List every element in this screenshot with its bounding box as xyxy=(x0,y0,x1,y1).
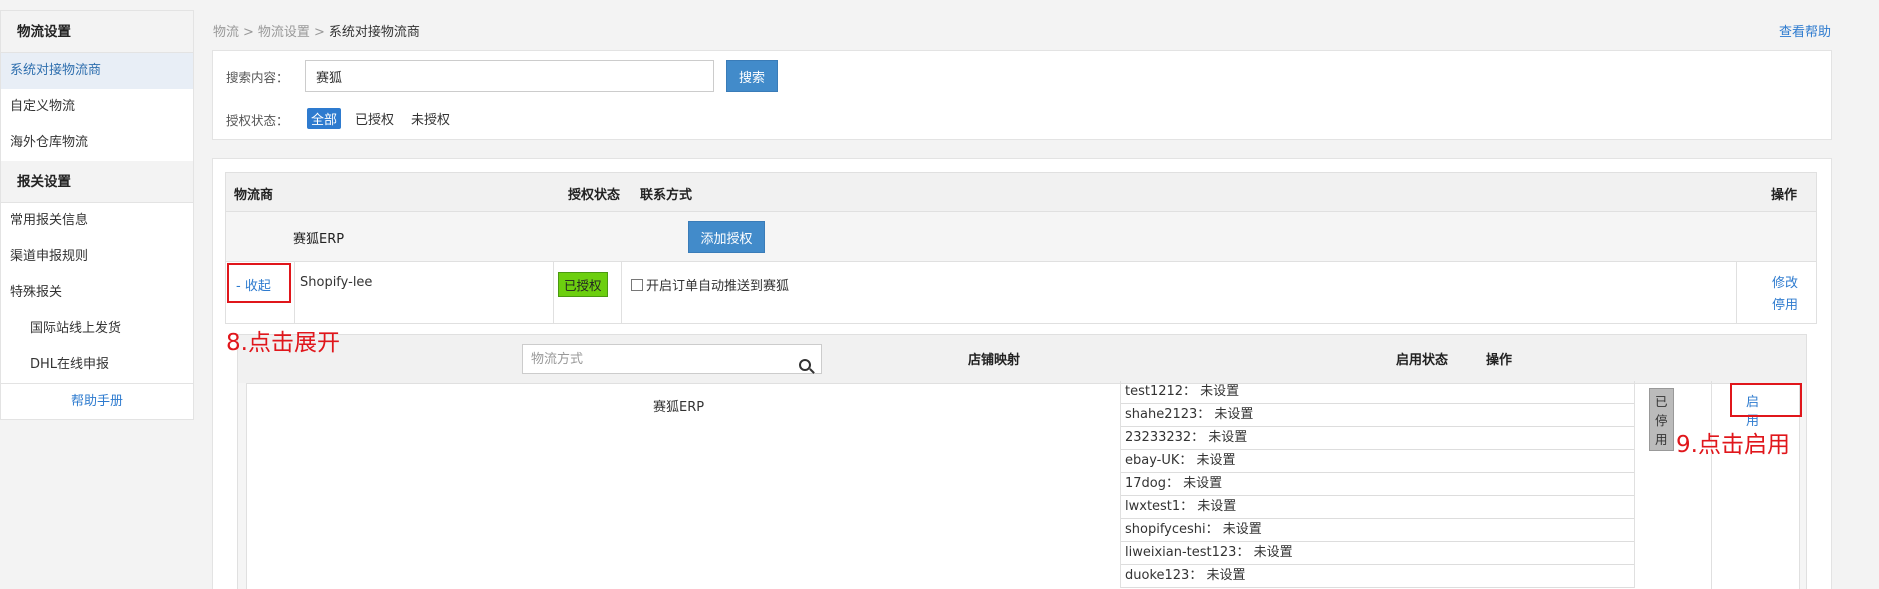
list-item[interactable]: liweixian-test123： 未设置 xyxy=(1121,542,1634,565)
sidebar-item-dhl-declare[interactable]: DHL在线申报 xyxy=(1,347,193,383)
method-search-input[interactable] xyxy=(523,345,773,373)
table-header: 物流商 授权状态 联系方式 操作 xyxy=(225,172,1817,212)
column-divider xyxy=(1736,262,1737,323)
edit-link[interactable]: 修改 xyxy=(1772,272,1798,291)
provider-group-row: 赛狐ERP 添加授权 xyxy=(225,212,1817,262)
search-label: 搜索内容： xyxy=(226,70,289,85)
list-item[interactable]: 23233232： 未设置 xyxy=(1121,427,1634,450)
header-auth-status: 授权状态 xyxy=(568,188,621,203)
search-panel: 搜索内容： 搜索 授权状态： 全部 已授权 未授权 xyxy=(212,50,1832,140)
table-row: - 收起 Shopify-lee 已授权 开启订单自动推送到赛狐 修改 停用 xyxy=(225,262,1817,324)
annotation-step9: 9.点击启用 xyxy=(1676,432,1790,458)
list-item[interactable]: ebay-UK： 未设置 xyxy=(1121,450,1634,473)
list-item[interactable]: 17dog： 未设置 xyxy=(1121,473,1634,496)
auto-push-label: 开启订单自动推送到赛狐 xyxy=(646,279,790,294)
sidebar-item-special-customs[interactable]: 特殊报关 xyxy=(1,275,193,311)
store-name: Shopify-lee xyxy=(300,275,373,290)
method-search-box[interactable] xyxy=(522,344,822,374)
column-divider xyxy=(553,262,554,323)
filter-all[interactable]: 全部 xyxy=(307,108,342,129)
breadcrumb-logistics[interactable]: 物流 xyxy=(213,25,239,40)
subtable-header: 店铺映射 启用状态 操作 xyxy=(238,335,1806,383)
header-provider: 物流商 xyxy=(234,188,274,203)
filter-unauthorized[interactable]: 未授权 xyxy=(407,108,454,129)
annotation-step8: 8.点击展开 xyxy=(226,330,340,356)
search-icon[interactable] xyxy=(799,359,811,371)
sidebar-group-logistics: 物流设置 xyxy=(1,11,193,53)
list-item[interactable]: lwxtest1： 未设置 xyxy=(1121,496,1634,519)
list-item[interactable]: shahe2123： 未设置 xyxy=(1121,404,1634,427)
column-divider xyxy=(1711,381,1712,589)
help-manual-link[interactable]: 帮助手册 xyxy=(1,383,193,419)
sidebar-item-system-providers[interactable]: 系统对接物流商 xyxy=(1,53,193,89)
breadcrumb-separator: > xyxy=(313,25,325,40)
sidebar-item-intl-shipping[interactable]: 国际站线上发货 xyxy=(1,311,193,347)
header-enable-status: 启用状态 xyxy=(1396,353,1449,368)
sidebar-item-channel-rules[interactable]: 渠道申报规则 xyxy=(1,239,193,275)
method-name: 赛狐ERP xyxy=(653,400,705,415)
store-mapping-list: test1212： 未设置 shahe2123： 未设置 23233232： 未… xyxy=(1120,381,1635,588)
search-button[interactable]: 搜索 xyxy=(726,60,778,92)
breadcrumb-separator: > xyxy=(243,25,254,40)
status-badge: 已授权 xyxy=(558,272,608,297)
header-operations: 操作 xyxy=(1771,188,1798,203)
annotation-box-collapse xyxy=(227,263,291,303)
add-authorization-button[interactable]: 添加授权 xyxy=(688,221,765,253)
column-divider xyxy=(294,262,295,323)
search-input[interactable] xyxy=(305,60,714,92)
header-contact: 联系方式 xyxy=(640,188,693,203)
column-divider xyxy=(621,262,622,323)
annotation-box-enable xyxy=(1730,383,1802,417)
provider-group-name: 赛狐ERP xyxy=(293,232,345,247)
list-item[interactable]: test1212： 未设置 xyxy=(1121,381,1634,404)
breadcrumb-current: 系统对接物流商 xyxy=(328,25,420,40)
breadcrumb: 物流 > 物流设置 > 系统对接物流商 xyxy=(213,21,420,40)
breadcrumb-settings[interactable]: 物流设置 xyxy=(258,25,310,40)
sidebar-group-customs: 报关设置 xyxy=(1,161,193,203)
header-store-mapping: 店铺映射 xyxy=(968,353,1021,368)
view-help-link[interactable]: 查看帮助 xyxy=(1779,21,1831,40)
disabled-status-badge: 已停用 xyxy=(1649,388,1674,451)
sidebar: 物流设置 系统对接物流商 自定义物流 海外仓库物流 报关设置 常用报关信息 渠道… xyxy=(0,10,194,420)
auth-status-label: 授权状态： xyxy=(226,113,289,128)
auto-push-checkbox[interactable]: 开启订单自动推送到赛狐 xyxy=(631,275,789,294)
list-item[interactable]: duoke123： 未设置 xyxy=(1121,565,1634,588)
sidebar-item-customs-info[interactable]: 常用报关信息 xyxy=(1,203,193,239)
sidebar-item-overseas-warehouse[interactable]: 海外仓库物流 xyxy=(1,125,193,161)
sidebar-item-custom-logistics[interactable]: 自定义物流 xyxy=(1,89,193,125)
list-item[interactable]: shopifyceshi： 未设置 xyxy=(1121,519,1634,542)
header-sub-operations: 操作 xyxy=(1486,353,1513,368)
filter-authorized[interactable]: 已授权 xyxy=(351,108,398,129)
checkbox-icon[interactable] xyxy=(631,278,643,291)
disable-link[interactable]: 停用 xyxy=(1772,294,1798,313)
